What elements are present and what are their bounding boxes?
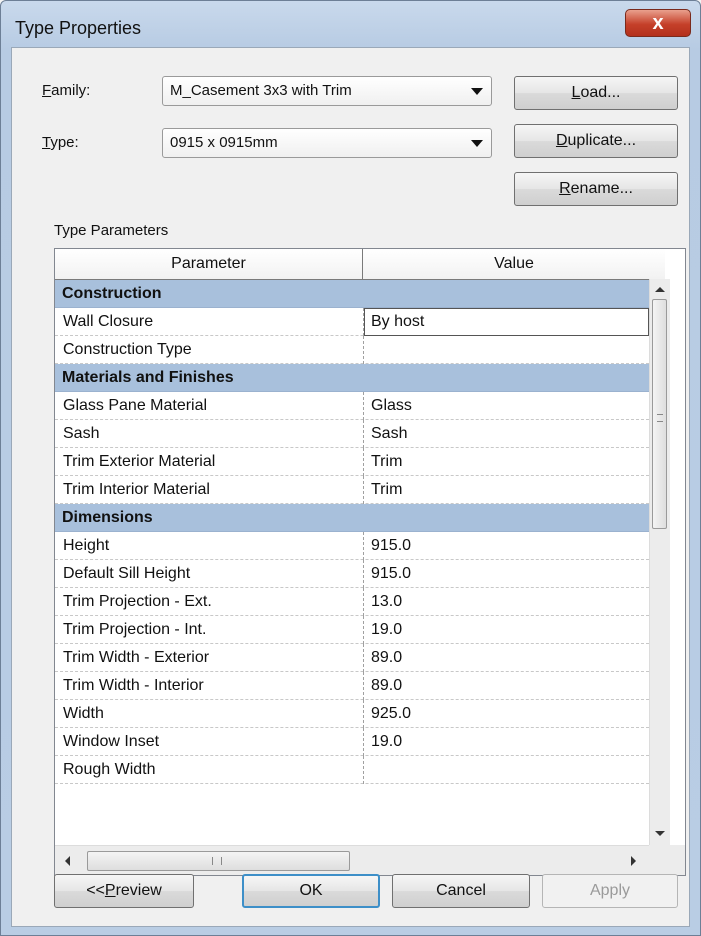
table-row[interactable]: Trim Projection - Ext. 13.0 — [55, 588, 649, 616]
ok-button[interactable]: OK — [242, 874, 380, 908]
family-value: M_Casement 3x3 with Trim — [170, 82, 352, 99]
parameter-value[interactable]: 19.0 — [371, 616, 402, 644]
load-button[interactable]: Load... — [514, 76, 678, 110]
parameter-value[interactable]: 915.0 — [371, 532, 411, 560]
close-button[interactable]: x — [625, 9, 691, 37]
cell-divider — [363, 336, 364, 364]
preview-button[interactable]: << Preview — [54, 874, 194, 908]
parameter-name: Width — [63, 705, 104, 722]
group-header-row[interactable]: Construction — [55, 280, 649, 308]
parameter-name: Rough Width — [63, 761, 156, 778]
dialog-title: Type Properties — [15, 18, 142, 38]
duplicate-button[interactable]: Duplicate... — [514, 124, 678, 158]
family-dropdown[interactable]: M_Casement 3x3 with Trim — [162, 76, 492, 106]
cell-divider — [363, 448, 364, 476]
parameter-value[interactable]: 19.0 — [371, 728, 402, 756]
cancel-button[interactable]: Cancel — [392, 874, 530, 908]
rename-button[interactable]: Rename... — [514, 172, 678, 206]
type-label: Type: — [42, 134, 79, 151]
horizontal-scroll-thumb[interactable] — [87, 851, 350, 871]
parameter-name: Trim Width - Exterior — [63, 649, 210, 666]
vertical-scrollbar[interactable] — [649, 279, 670, 845]
parameter-name: Window Inset — [63, 733, 160, 750]
parameter-value[interactable]: Trim — [371, 476, 402, 504]
scroll-corner — [649, 845, 685, 875]
chevron-down-icon — [471, 140, 483, 147]
parameter-value[interactable]: Sash — [371, 420, 407, 448]
table-row[interactable]: Trim Interior Material Trim — [55, 476, 649, 504]
type-properties-dialog: Type Properties x Family: M_Casement 3x3… — [0, 0, 701, 936]
dialog-client-area: Family: M_Casement 3x3 with Trim Type: 0… — [11, 47, 690, 927]
type-value: 0915 x 0915mm — [170, 134, 278, 151]
group-header-row[interactable]: Materials and Finishes — [55, 364, 649, 392]
family-label: Family: — [42, 82, 91, 99]
parameter-name: Default Sill Height — [63, 565, 191, 582]
cell-divider — [363, 588, 364, 616]
table-row[interactable]: Window Inset 19.0 — [55, 728, 649, 756]
table-row[interactable]: Wall Closure By host — [55, 308, 649, 336]
grid-header: Parameter Value — [55, 249, 665, 280]
parameter-name: Trim Projection - Ext. — [63, 593, 212, 610]
chevron-down-icon — [471, 88, 483, 95]
cell-divider — [363, 756, 364, 784]
table-row[interactable]: Construction Type — [55, 336, 649, 364]
scroll-down-icon[interactable] — [655, 831, 665, 836]
cell-divider — [363, 420, 364, 448]
parameter-name: Trim Projection - Int. — [63, 621, 207, 638]
group-label: Dimensions — [62, 509, 153, 526]
title-bar[interactable]: Type Properties x — [1, 1, 700, 49]
parameter-name: Trim Interior Material — [63, 481, 210, 498]
parameter-name: Height — [63, 537, 110, 554]
scroll-right-icon[interactable] — [631, 856, 636, 866]
parameter-name: Trim Exterior Material — [63, 453, 216, 470]
type-dropdown[interactable]: 0915 x 0915mm — [162, 128, 492, 158]
type-parameters-label: Type Parameters — [54, 222, 169, 239]
cell-divider — [363, 700, 364, 728]
type-parameters-grid[interactable]: Parameter Value Construction Wall Closure… — [54, 248, 686, 876]
parameter-name: Sash — [63, 425, 100, 442]
grip-icon — [212, 857, 222, 865]
table-row[interactable]: Trim Width - Interior 89.0 — [55, 672, 649, 700]
cell-divider — [363, 392, 364, 420]
table-row[interactable]: Height 915.0 — [55, 532, 649, 560]
horizontal-scrollbar[interactable] — [55, 845, 649, 875]
table-row[interactable]: Rough Width — [55, 756, 649, 784]
table-row[interactable]: Width 925.0 — [55, 700, 649, 728]
table-row[interactable]: Trim Projection - Int. 19.0 — [55, 616, 649, 644]
table-row[interactable]: Trim Exterior Material Trim — [55, 448, 649, 476]
table-row[interactable]: Default Sill Height 915.0 — [55, 560, 649, 588]
parameter-value[interactable]: 89.0 — [371, 672, 402, 700]
cell-divider — [363, 476, 364, 504]
parameter-value[interactable]: 925.0 — [371, 700, 411, 728]
scroll-up-icon[interactable] — [655, 287, 665, 292]
grip-icon — [657, 414, 663, 422]
vertical-scroll-thumb[interactable] — [652, 299, 667, 529]
parameter-name: Trim Width - Interior — [63, 677, 204, 694]
parameter-value[interactable]: By host — [371, 308, 424, 336]
column-header-parameter[interactable]: Parameter — [55, 249, 363, 279]
table-row[interactable]: Trim Width - Exterior 89.0 — [55, 644, 649, 672]
cell-divider — [363, 560, 364, 588]
group-header-row[interactable]: Dimensions — [55, 504, 649, 532]
group-label: Materials and Finishes — [62, 369, 234, 386]
scroll-left-icon[interactable] — [65, 856, 70, 866]
cell-divider — [363, 644, 364, 672]
cell-divider — [363, 672, 364, 700]
column-header-value[interactable]: Value — [363, 249, 665, 279]
table-row[interactable]: Glass Pane Material Glass — [55, 392, 649, 420]
cell-divider — [363, 532, 364, 560]
cell-divider — [363, 616, 364, 644]
apply-button: Apply — [542, 874, 678, 908]
cell-divider — [363, 728, 364, 756]
group-label: Construction — [62, 285, 162, 302]
parameter-value[interactable]: 13.0 — [371, 588, 402, 616]
parameter-name: Construction Type — [63, 341, 192, 358]
parameter-name: Glass Pane Material — [63, 397, 208, 414]
table-row[interactable]: Sash Sash — [55, 420, 649, 448]
parameter-name: Wall Closure — [63, 313, 154, 330]
parameter-value[interactable]: Glass — [371, 392, 412, 420]
parameter-value[interactable]: 89.0 — [371, 644, 402, 672]
parameter-value[interactable]: 915.0 — [371, 560, 411, 588]
parameter-value[interactable]: Trim — [371, 448, 402, 476]
